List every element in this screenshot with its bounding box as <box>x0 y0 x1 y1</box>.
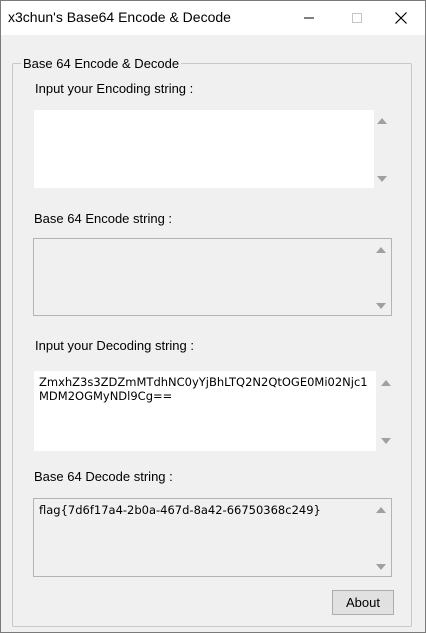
encode-input-field[interactable] <box>34 110 374 188</box>
encode-output-scroll-down-icon[interactable] <box>376 303 386 309</box>
close-icon <box>395 12 407 24</box>
decode-output-scroll-up-icon[interactable] <box>376 507 386 513</box>
title-bar[interactable]: x3chun's Base64 Encode & Decode <box>1 1 425 35</box>
encode-input-scroll-down-icon[interactable] <box>377 176 387 182</box>
about-button[interactable]: About <box>332 590 394 615</box>
decode-output-scroll-down-icon[interactable] <box>376 564 386 570</box>
decode-input-label: Input your Decoding string : <box>35 338 194 353</box>
encode-output-label: Base 64 Encode string : <box>34 211 173 226</box>
groupbox-title: Base 64 Encode & Decode <box>21 56 182 71</box>
encode-input-scroll-up-icon[interactable] <box>377 118 387 124</box>
minimize-button[interactable] <box>286 1 332 35</box>
maximize-button <box>334 1 380 35</box>
decode-output-label: Base 64 Decode string : <box>34 469 173 484</box>
decode-input-scroll-up-icon[interactable] <box>381 380 391 386</box>
app-window: x3chun's Base64 Encode & Decode Base 64 … <box>0 0 426 633</box>
decode-output-field[interactable]: flag{7d6f17a4-2b0a-467d-8a42-66750368c24… <box>33 498 392 577</box>
encode-output-scroll-up-icon[interactable] <box>376 247 386 253</box>
decode-input-scroll-down-icon[interactable] <box>381 438 391 444</box>
decode-input-field[interactable]: ZmxhZ3s3ZDZmMTdhNC0yYjBhLTQ2N2QtOGE0Mi02… <box>34 371 376 451</box>
close-button[interactable] <box>378 1 424 35</box>
encode-output-field[interactable] <box>33 238 392 316</box>
encode-input-label: Input your Encoding string : <box>35 81 194 96</box>
minimize-icon <box>304 17 314 19</box>
maximize-icon <box>352 13 362 23</box>
window-title: x3chun's Base64 Encode & Decode <box>8 9 231 25</box>
